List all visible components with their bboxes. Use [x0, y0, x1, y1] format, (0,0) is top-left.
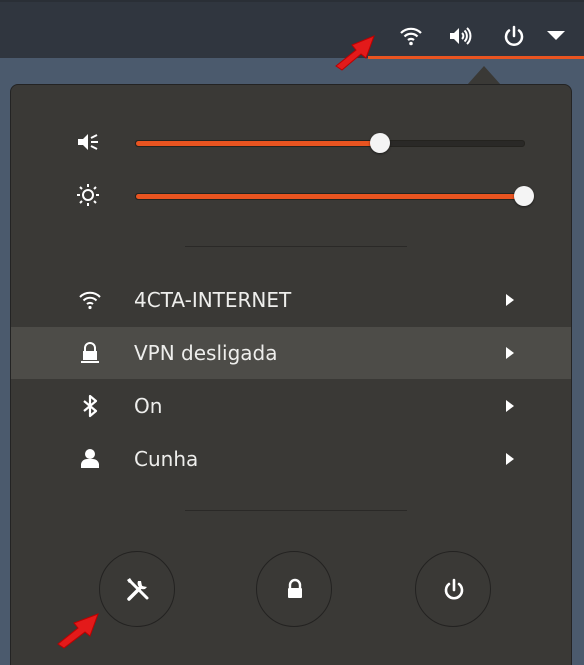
vpn-icon: [81, 342, 99, 363]
active-indicator: [368, 56, 584, 59]
separator: [185, 246, 407, 247]
settings-icon: [127, 578, 149, 601]
wifi-icon: [79, 291, 101, 310]
wifi-network-label: 4CTA-INTERNET: [134, 288, 292, 312]
brightness-slider-fill: [136, 194, 524, 199]
chevron-right-icon: [506, 294, 514, 306]
brightness-slider-handle[interactable]: [514, 186, 534, 206]
chevron-right-icon: [506, 453, 514, 465]
wifi-network-item[interactable]: 4CTA-INTERNET: [11, 274, 571, 326]
user-icon: [81, 449, 99, 468]
bluetooth-label: On: [134, 394, 163, 418]
annotation-arrow-icon: [57, 613, 99, 649]
user-label: Cunha: [134, 447, 199, 471]
volume-icon[interactable]: [448, 24, 472, 48]
vpn-label: VPN desligada: [134, 341, 278, 365]
desktop-screen: 4CTA-INTERNET VPN desligada On Cunha: [0, 0, 584, 665]
power-off-button[interactable]: [415, 551, 491, 627]
top-panel: [0, 0, 584, 58]
chevron-down-icon[interactable]: [544, 24, 568, 48]
menu-pointer: [467, 66, 501, 85]
volume-icon: [78, 134, 98, 150]
brightness-slider[interactable]: [135, 186, 534, 206]
vpn-item[interactable]: VPN desligada: [11, 327, 571, 379]
power-icon[interactable]: [502, 24, 526, 48]
annotation-arrow-icon: [335, 35, 375, 71]
volume-slider[interactable]: [135, 133, 525, 153]
lock-button[interactable]: [256, 551, 332, 627]
system-menu: 4CTA-INTERNET VPN desligada On Cunha: [10, 84, 572, 665]
brightness-icon: [77, 184, 99, 206]
chevron-right-icon: [506, 400, 514, 412]
lock-icon: [288, 578, 302, 598]
settings-button[interactable]: [99, 551, 175, 627]
user-item[interactable]: Cunha: [11, 433, 571, 485]
volume-slider-fill: [136, 141, 381, 146]
volume-slider-handle[interactable]: [370, 133, 391, 153]
power-icon: [444, 578, 464, 600]
volume-slider-row: [11, 121, 573, 161]
chevron-right-icon: [506, 347, 514, 359]
bluetooth-icon: [83, 394, 98, 418]
wifi-icon[interactable]: [399, 24, 423, 48]
brightness-slider-row: [11, 174, 573, 214]
separator: [185, 510, 407, 511]
bluetooth-item[interactable]: On: [11, 380, 571, 432]
